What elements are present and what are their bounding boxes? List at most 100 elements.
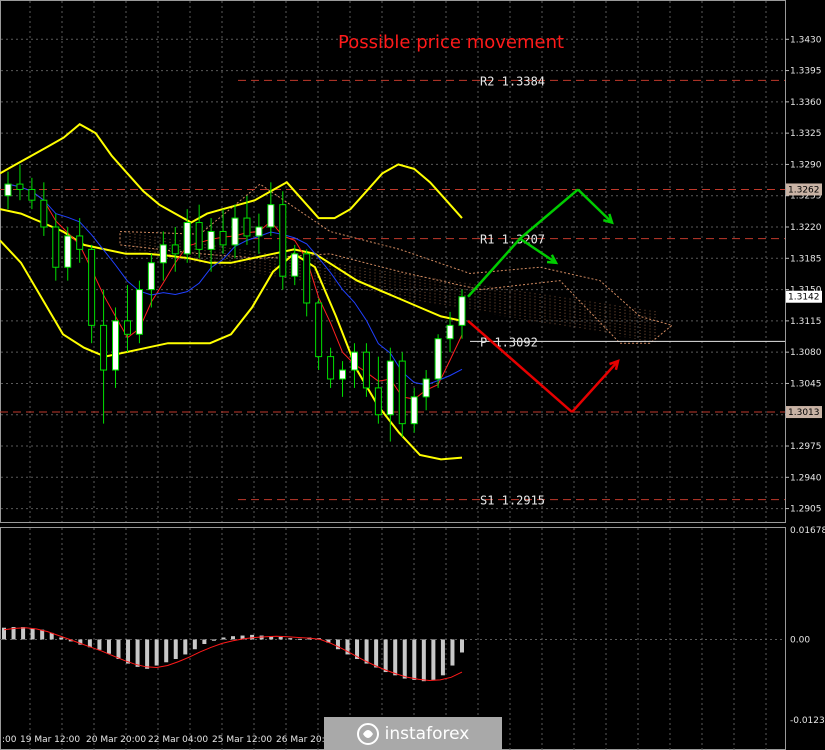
macd-bar: [173, 639, 178, 660]
candle-body: [386, 360, 394, 416]
x-tick-label: 26 Mar 20:0: [276, 735, 331, 745]
macd-bar: [450, 639, 455, 666]
macd-bar: [231, 636, 235, 640]
logo-text: instaforex: [384, 723, 470, 744]
candle-body: [40, 199, 48, 228]
y-tick-label: 1.3220: [790, 223, 822, 233]
candle-body: [410, 396, 418, 425]
macd-bar: [297, 638, 302, 640]
candle-body: [255, 226, 263, 237]
macd-bar: [97, 639, 102, 650]
osc-tick-label: 0.01678: [790, 526, 825, 536]
candle-body: [88, 248, 96, 326]
y-tick-label: 1.3115: [790, 317, 822, 327]
candle-body: [159, 244, 167, 264]
instaforex-logo: instaforex: [324, 717, 502, 750]
candle-body: [207, 230, 215, 250]
y-tick-label: 1.3080: [790, 348, 822, 358]
macd-bar: [59, 637, 64, 640]
bollinger-upper: [0, 122, 463, 224]
scenario-arrows: [467, 188, 620, 413]
candle-body: [123, 320, 131, 335]
candle-body: [219, 230, 227, 246]
y-tick-label: 1.3395: [790, 67, 822, 77]
candle-body: [315, 302, 323, 358]
y-tick-label: 1.3325: [790, 129, 822, 139]
x-tick-label: 19 Mar 12:00: [20, 735, 80, 745]
forex-chart: R2 1.3384R1 1.3207P 1.3092S1 1.2915 1.34…: [0, 0, 825, 750]
macd-bar: [116, 639, 121, 660]
candle-body: [267, 204, 275, 228]
candle-body: [183, 222, 191, 255]
y-tick-label: 1.2940: [790, 473, 822, 483]
candle-body: [64, 235, 72, 268]
macd-bar: [421, 639, 426, 682]
candle-body: [171, 244, 179, 255]
level-label-R1: R1 1.3207: [480, 233, 545, 247]
candle-body: [303, 253, 311, 304]
candle-body: [350, 351, 358, 371]
candle-body: [16, 183, 24, 190]
candle-body: [4, 183, 12, 197]
macd-bar: [211, 639, 216, 641]
osc-tick-label: -0.01235: [790, 716, 825, 726]
x-tick-label: 22 Mar 04:00: [148, 735, 208, 745]
y-tick-label: 1.3290: [790, 160, 822, 170]
macd-bar: [383, 639, 388, 673]
bullish-path: [467, 237, 521, 298]
candle-body: [147, 262, 155, 291]
x-tick-label: :00: [2, 735, 17, 745]
price-mark-label: 1.3013: [788, 408, 820, 418]
y-tick-label: 1.3360: [790, 98, 822, 108]
bullish-arrow: [577, 188, 613, 224]
candle-body: [458, 296, 466, 326]
bearish-arrow: [571, 360, 619, 413]
macd-bar: [460, 639, 464, 653]
macd-bar: [440, 639, 445, 676]
macd-bar: [431, 639, 436, 680]
macd-bar: [21, 627, 26, 640]
y-tick-label: 1.2905: [790, 505, 822, 515]
macd-bar: [30, 628, 35, 640]
level-label-S1: S1 1.2915: [480, 494, 545, 508]
macd-bar: [183, 639, 188, 655]
macd-bar: [164, 639, 169, 663]
candle-body: [434, 338, 442, 380]
y-tick-label: 1.3045: [790, 379, 822, 389]
y-tick-label: 1.3185: [790, 254, 822, 264]
level-label-R2: R2 1.3384: [480, 74, 545, 88]
candle-body: [279, 204, 287, 277]
y-tick-label: 1.2975: [790, 442, 822, 452]
macd-bar: [412, 639, 417, 680]
ichimoku-cloud: [119, 183, 674, 344]
candle-body: [374, 387, 382, 416]
candle-body: [231, 217, 239, 246]
x-tick-label: 20 Mar 20:00: [86, 735, 146, 745]
price-mark-label: 1.3262: [788, 185, 820, 195]
price-mark-label: 1.3142: [788, 293, 820, 303]
macd-bar: [135, 639, 140, 667]
cloud-outline: [119, 183, 674, 344]
y-tick-label: 1.3430: [790, 35, 822, 45]
main-panel-border: [0, 0, 786, 523]
macd-bar: [221, 637, 226, 640]
macd-bar: [364, 639, 369, 664]
candle-body: [28, 188, 36, 201]
candle-body: [446, 324, 454, 340]
candle-body: [291, 253, 299, 277]
chart-title: Possible price movement: [338, 32, 564, 53]
candle-body: [398, 360, 406, 425]
macd-bar: [154, 639, 159, 666]
candle-body: [100, 324, 108, 371]
macd-bar: [278, 636, 283, 640]
candle-body: [243, 217, 251, 237]
macd-bar: [393, 639, 398, 676]
candle-body: [135, 289, 143, 335]
macd-bar: [202, 639, 207, 645]
candle-body: [112, 320, 120, 371]
candle-body: [195, 222, 203, 250]
candle-body: [362, 351, 370, 389]
macd-bar: [374, 639, 379, 668]
macd-bar: [288, 638, 293, 640]
bollinger-lower: [0, 239, 463, 461]
